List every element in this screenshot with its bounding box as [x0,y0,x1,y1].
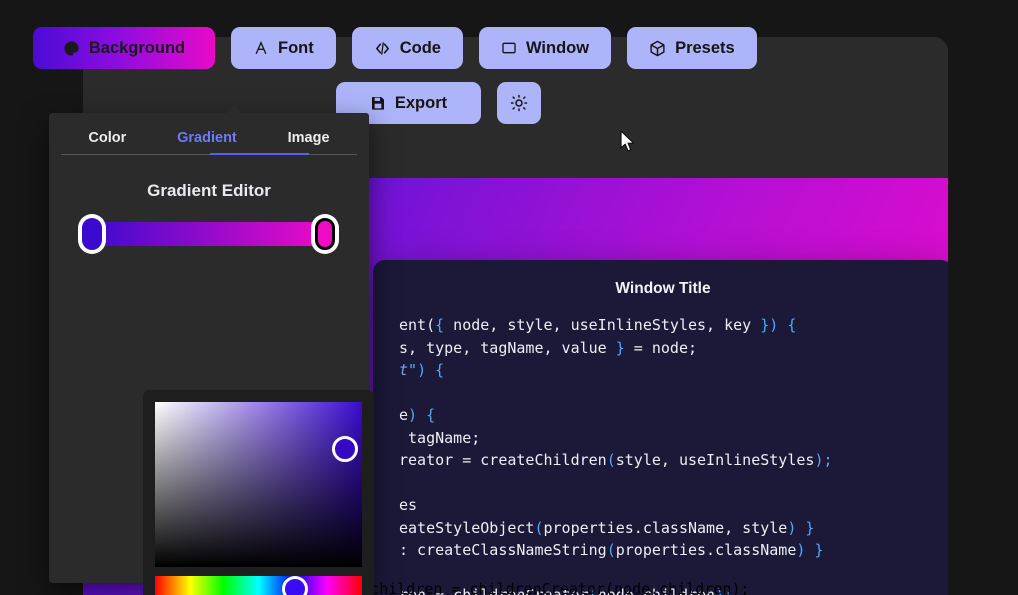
export-button-label: Export [394,93,448,112]
presets-button[interactable]: Presets [627,27,757,69]
color-picker [143,390,374,595]
font-button[interactable]: Font [231,27,336,69]
saturation-value-handle[interactable] [332,436,358,462]
code-button-label: Code [399,38,441,57]
code-button[interactable]: Code [351,27,463,69]
code-tail-line: const children = childrenCreator(node.ch… [316,578,750,595]
save-icon [370,95,386,111]
gradient-bar-wrap[interactable] [78,214,339,254]
background-button-label: Background [88,38,186,57]
code-line: es [399,496,418,514]
background-popover: Color Gradient Image Gradient Editor [49,105,374,595]
tab-gradient[interactable]: Gradient [171,126,243,155]
code-line: ent({ node, style, useInlineStyles, key … [399,316,797,334]
window-title: Window Title [615,280,711,297]
window-button-label: Window [525,38,590,57]
gradient-editor-title: Gradient Editor [147,181,271,200]
tab-underline [61,154,357,155]
code-line: eateStyleObject(properties.className, st… [399,518,815,537]
font-icon [253,40,269,56]
window-icon [501,40,517,56]
tab-color[interactable]: Color [82,126,132,155]
app-stage: Window Title ent({ node, style, useInlin… [0,0,1018,595]
gradient-stop-start[interactable] [78,214,106,254]
tab-active-indicator [210,153,309,155]
code-line: s, type, tagName, value } = node; [399,338,698,357]
palette-icon [63,40,80,57]
sun-icon [510,94,528,112]
window-button[interactable]: Window [478,27,612,69]
code-line: e) { [399,406,436,424]
background-button[interactable]: Background [33,27,215,69]
box-icon [649,40,666,57]
popover-tabs: Color Gradient Image [49,113,369,155]
hue-slider[interactable] [155,576,362,595]
hue-slider-handle[interactable] [282,576,308,595]
toolbar-primary: Background Font Code Window Presets [33,27,757,69]
code-line: const children = childrenCreator(node.ch… [316,580,750,595]
code-line: tagName; [399,428,481,447]
code-line: reator = createChildren(style, useInline… [399,451,833,469]
font-button-label: Font [278,38,314,57]
code-icon [374,40,391,57]
code-line: t") { [399,361,445,379]
tab-image[interactable]: Image [282,126,336,155]
code-window[interactable]: Window Title ent({ node, style, useInlin… [373,260,948,595]
code-block: ent({ node, style, useInlineStyles, key … [373,314,948,595]
gradient-bar[interactable] [86,222,331,246]
saturation-value-area[interactable] [155,402,362,567]
code-line: : createClassNameString(properties.class… [399,541,824,559]
theme-toggle-button[interactable] [497,82,541,124]
gradient-stop-end[interactable] [311,214,339,254]
presets-button-label: Presets [675,38,735,57]
